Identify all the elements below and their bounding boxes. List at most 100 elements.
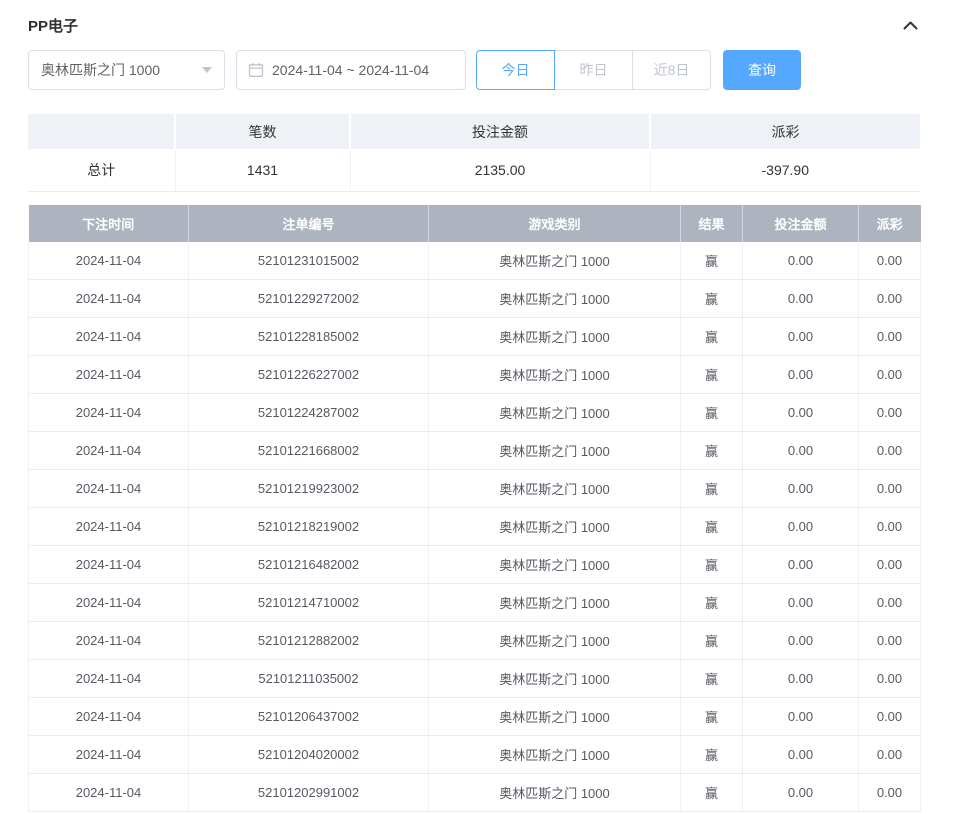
cell-result: 赢 <box>681 356 743 394</box>
cell-bet-time: 2024-11-04 <box>29 394 189 432</box>
col-header-result: 结果 <box>681 205 743 242</box>
cell-order-no: 52101226227002 <box>189 356 429 394</box>
cell-bet-amount: 0.00 <box>743 280 859 318</box>
cell-bet-time: 2024-11-04 <box>29 356 189 394</box>
cell-result: 赢 <box>681 470 743 508</box>
summary-header-payout: 派彩 <box>650 114 920 149</box>
cell-order-no: 52101216482002 <box>189 546 429 584</box>
summary-total-label: 总计 <box>28 149 175 191</box>
cell-order-no: 52101204020002 <box>189 736 429 774</box>
table-row: 2024-11-04 52101202991002 奥林匹斯之门 1000 赢 … <box>29 774 921 812</box>
bet-table-header-row: 下注时间 注单编号 游戏类别 结果 投注金额 派彩 <box>29 205 921 242</box>
cell-bet-time: 2024-11-04 <box>29 736 189 774</box>
cell-game-type: 奥林匹斯之门 1000 <box>429 698 681 736</box>
table-row: 2024-11-04 52101206437002 奥林匹斯之门 1000 赢 … <box>29 698 921 736</box>
cell-result: 赢 <box>681 774 743 812</box>
cell-bet-amount: 0.00 <box>743 242 859 280</box>
table-row: 2024-11-04 52101211035002 奥林匹斯之门 1000 赢 … <box>29 660 921 698</box>
cell-result: 赢 <box>681 622 743 660</box>
col-header-order-no: 注单编号 <box>189 205 429 242</box>
cell-game-type: 奥林匹斯之门 1000 <box>429 242 681 280</box>
cell-order-no: 52101212882002 <box>189 622 429 660</box>
cell-bet-amount: 0.00 <box>743 736 859 774</box>
table-row: 2024-11-04 52101216482002 奥林匹斯之门 1000 赢 … <box>29 546 921 584</box>
cell-bet-time: 2024-11-04 <box>29 546 189 584</box>
cell-game-type: 奥林匹斯之门 1000 <box>429 584 681 622</box>
cell-bet-time: 2024-11-04 <box>29 470 189 508</box>
cell-order-no: 52101218219002 <box>189 508 429 546</box>
cell-order-no: 52101231015002 <box>189 242 429 280</box>
quick-today-button[interactable]: 今日 <box>476 50 555 90</box>
table-row: 2024-11-04 52101221668002 奥林匹斯之门 1000 赢 … <box>29 432 921 470</box>
cell-bet-amount: 0.00 <box>743 394 859 432</box>
summary-header-empty <box>28 114 175 149</box>
table-row: 2024-11-04 52101229272002 奥林匹斯之门 1000 赢 … <box>29 280 921 318</box>
cell-payout: 0.00 <box>859 660 921 698</box>
cell-bet-time: 2024-11-04 <box>29 242 189 280</box>
search-button[interactable]: 查询 <box>723 50 801 90</box>
col-header-bet-time: 下注时间 <box>29 205 189 242</box>
cell-result: 赢 <box>681 698 743 736</box>
cell-order-no: 52101211035002 <box>189 660 429 698</box>
quick-range-button-group: 今日 昨日 近8日 <box>476 50 711 90</box>
date-range-input[interactable]: 2024-11-04 ~ 2024-11-04 <box>236 50 466 90</box>
cell-game-type: 奥林匹斯之门 1000 <box>429 736 681 774</box>
cell-bet-time: 2024-11-04 <box>29 622 189 660</box>
cell-bet-time: 2024-11-04 <box>29 318 189 356</box>
cell-payout: 0.00 <box>859 394 921 432</box>
collapse-panel-button[interactable] <box>901 19 920 32</box>
cell-game-type: 奥林匹斯之门 1000 <box>429 356 681 394</box>
chevron-up-icon <box>903 21 918 30</box>
game-select[interactable]: 奥林匹斯之门 1000 <box>28 50 225 90</box>
cell-payout: 0.00 <box>859 622 921 660</box>
cell-order-no: 52101229272002 <box>189 280 429 318</box>
cell-result: 赢 <box>681 584 743 622</box>
cell-game-type: 奥林匹斯之门 1000 <box>429 470 681 508</box>
cell-game-type: 奥林匹斯之门 1000 <box>429 394 681 432</box>
col-header-bet-amount: 投注金额 <box>743 205 859 242</box>
summary-header-row: 笔数 投注金额 派彩 <box>28 114 920 149</box>
cell-order-no: 52101214710002 <box>189 584 429 622</box>
cell-bet-amount: 0.00 <box>743 470 859 508</box>
cell-order-no: 52101228185002 <box>189 318 429 356</box>
table-row: 2024-11-04 52101231015002 奥林匹斯之门 1000 赢 … <box>29 242 921 280</box>
cell-payout: 0.00 <box>859 698 921 736</box>
cell-payout: 0.00 <box>859 470 921 508</box>
quick-last8days-button[interactable]: 近8日 <box>632 50 711 90</box>
summary-header-bet-amount: 投注金额 <box>350 114 650 149</box>
cell-bet-amount: 0.00 <box>743 432 859 470</box>
summary-total-count: 1431 <box>175 149 350 191</box>
cell-bet-amount: 0.00 <box>743 774 859 812</box>
cell-bet-amount: 0.00 <box>743 356 859 394</box>
table-row: 2024-11-04 52101226227002 奥林匹斯之门 1000 赢 … <box>29 356 921 394</box>
summary-header-count: 笔数 <box>175 114 350 149</box>
cell-bet-time: 2024-11-04 <box>29 280 189 318</box>
table-row: 2024-11-04 52101214710002 奥林匹斯之门 1000 赢 … <box>29 584 921 622</box>
summary-total-bet-amount: 2135.00 <box>350 149 650 191</box>
cell-game-type: 奥林匹斯之门 1000 <box>429 774 681 812</box>
cell-order-no: 52101221668002 <box>189 432 429 470</box>
cell-payout: 0.00 <box>859 508 921 546</box>
summary-total-row: 总计 1431 2135.00 -397.90 <box>28 149 920 191</box>
cell-result: 赢 <box>681 432 743 470</box>
cell-game-type: 奥林匹斯之门 1000 <box>429 280 681 318</box>
cell-bet-time: 2024-11-04 <box>29 584 189 622</box>
table-row: 2024-11-04 52101212882002 奥林匹斯之门 1000 赢 … <box>29 622 921 660</box>
cell-payout: 0.00 <box>859 242 921 280</box>
cell-game-type: 奥林匹斯之门 1000 <box>429 660 681 698</box>
filter-bar: 奥林匹斯之门 1000 2024-11-04 ~ 2024-11-04 今日 昨… <box>28 50 920 90</box>
cell-bet-time: 2024-11-04 <box>29 508 189 546</box>
cell-payout: 0.00 <box>859 318 921 356</box>
table-row: 2024-11-04 52101224287002 奥林匹斯之门 1000 赢 … <box>29 394 921 432</box>
cell-bet-time: 2024-11-04 <box>29 660 189 698</box>
bet-table-body: 2024-11-04 52101231015002 奥林匹斯之门 1000 赢 … <box>29 242 921 812</box>
table-row: 2024-11-04 52101228185002 奥林匹斯之门 1000 赢 … <box>29 318 921 356</box>
cell-result: 赢 <box>681 280 743 318</box>
cell-payout: 0.00 <box>859 280 921 318</box>
summary-total-payout: -397.90 <box>650 149 920 191</box>
quick-yesterday-button[interactable]: 昨日 <box>554 50 633 90</box>
table-row: 2024-11-04 52101218219002 奥林匹斯之门 1000 赢 … <box>29 508 921 546</box>
cell-result: 赢 <box>681 394 743 432</box>
chevron-down-icon <box>202 67 212 73</box>
cell-result: 赢 <box>681 736 743 774</box>
